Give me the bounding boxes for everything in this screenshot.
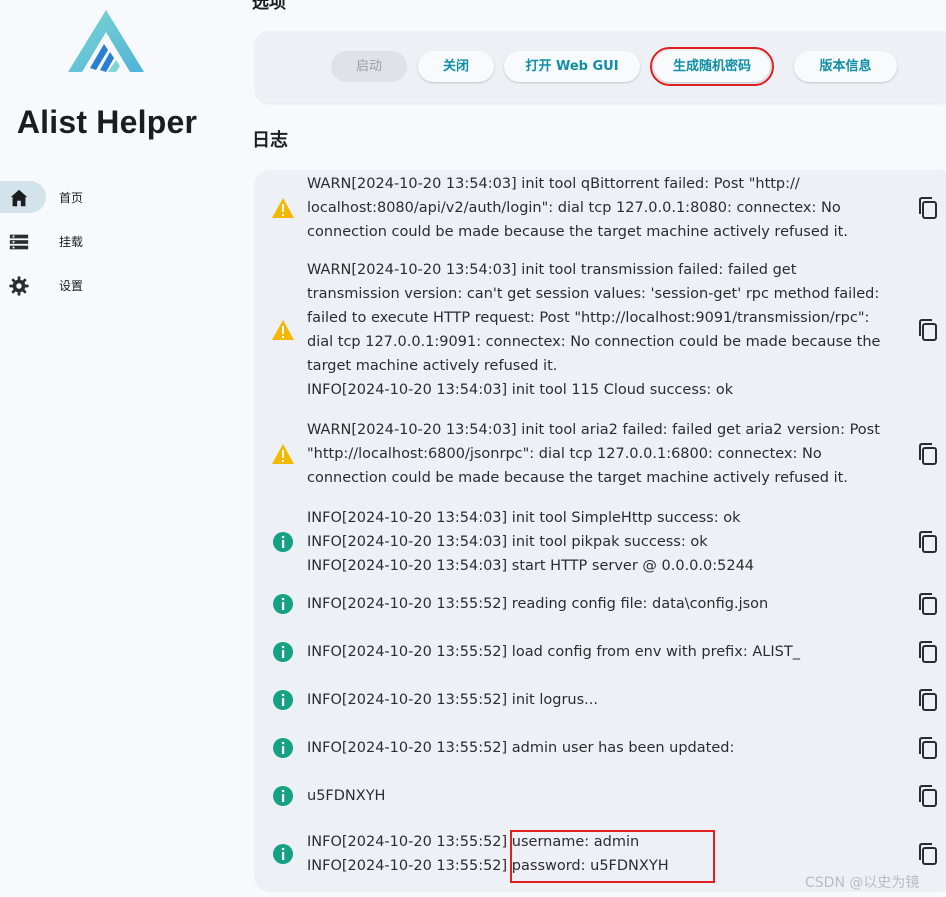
version-info-button[interactable]: 版本信息	[794, 51, 897, 82]
copy-icon[interactable]	[916, 640, 940, 664]
log-line: INFO[2024-10-20 13:54:03] init tool pikp…	[307, 534, 708, 550]
generate-random-password-button[interactable]: 生成随机密码	[650, 47, 774, 86]
log-line: localhost:8080/api/v2/auth/login": dial …	[307, 200, 841, 216]
stop-button[interactable]: 关闭	[418, 51, 494, 82]
log-line: INFO[2024-10-20 13:55:52] load config fr…	[307, 644, 800, 660]
copy-icon[interactable]	[916, 842, 940, 866]
log-section-title: 日志	[252, 130, 288, 151]
log-line: INFO[2024-10-20 13:55:52] username: admi…	[307, 834, 640, 850]
log-message: INFO[2024-10-20 13:55:52] load config fr…	[307, 640, 897, 664]
log-line: u5FDNXYH	[307, 788, 386, 804]
log-message: u5FDNXYH	[307, 784, 897, 808]
info-icon	[273, 532, 293, 552]
log-message: INFO[2024-10-20 13:55:52] reading config…	[307, 592, 897, 616]
open-web-gui-button[interactable]: 打开 Web GUI	[504, 51, 640, 82]
log-message: WARN[2024-10-20 13:54:03] init tool qBit…	[307, 172, 897, 244]
log-entry: WARN[2024-10-20 13:54:03] init tool tran…	[255, 258, 946, 402]
warning-icon	[272, 320, 294, 340]
log-line: WARN[2024-10-20 13:54:03] init tool tran…	[307, 262, 797, 278]
log-message: WARN[2024-10-20 13:54:03] init tool aria…	[307, 418, 897, 490]
log-line: "http://localhost:6800/jsonrpc": dial tc…	[307, 446, 822, 462]
options-section-title: 选项	[252, 0, 286, 13]
log-line: WARN[2024-10-20 13:54:03] init tool aria…	[307, 422, 880, 438]
log-line: failed to execute HTTP request: Post "ht…	[307, 310, 870, 326]
log-line: INFO[2024-10-20 13:54:03] start HTTP ser…	[307, 558, 755, 574]
log-line: connection could be made because the tar…	[307, 470, 848, 486]
log-entry: u5FDNXYH	[255, 784, 946, 808]
warning-icon	[272, 444, 294, 464]
log-entry: INFO[2024-10-20 13:55:52] admin user has…	[255, 736, 946, 760]
log-line: WARN[2024-10-20 13:54:03] init tool qBit…	[307, 176, 800, 192]
log-entry: INFO[2024-10-20 13:55:52] reading config…	[255, 592, 946, 616]
log-entry: INFO[2024-10-20 13:54:03] init tool Simp…	[255, 506, 946, 578]
log-message: INFO[2024-10-20 13:54:03] init tool Simp…	[307, 506, 897, 578]
log-list: WARN[2024-10-20 13:54:03] init tool qBit…	[255, 170, 946, 890]
sidebar-item-mount[interactable]: 挂载	[0, 225, 220, 259]
log-message: WARN[2024-10-20 13:54:03] init tool tran…	[307, 258, 897, 402]
info-icon	[273, 594, 293, 614]
start-button[interactable]: 启动	[331, 51, 407, 82]
sidebar-item-settings[interactable]: 设置	[0, 269, 220, 303]
log-line: INFO[2024-10-20 13:54:03] init tool Simp…	[307, 510, 741, 526]
alist-logo-icon	[68, 10, 144, 72]
home-icon	[10, 189, 28, 207]
copy-icon[interactable]	[916, 784, 940, 808]
copy-icon[interactable]	[916, 736, 940, 760]
info-icon	[273, 786, 293, 806]
list-icon	[9, 234, 29, 250]
log-entry: INFO[2024-10-20 13:55:52] username: admi…	[255, 830, 946, 878]
log-line: connection could be made because the tar…	[307, 224, 848, 240]
sidebar-item-label: 挂载	[59, 235, 84, 249]
app-title: Alist Helper	[16, 104, 198, 140]
copy-icon[interactable]	[916, 442, 940, 466]
options-card: 启动 关闭 打开 Web GUI 生成随机密码 版本信息	[255, 31, 946, 103]
log-line: dial tcp 127.0.0.1:9091: connectex: No c…	[307, 334, 881, 350]
log-line: transmission version: can't get session …	[307, 286, 880, 302]
log-line: INFO[2024-10-20 13:54:03] init tool 115 …	[307, 382, 734, 398]
sidebar: Alist Helper 首页 挂载 设置	[0, 0, 230, 897]
watermark: CSDN @以史为镜	[805, 875, 920, 891]
log-message: INFO[2024-10-20 13:55:52] init logrus...	[307, 688, 897, 712]
info-icon	[273, 690, 293, 710]
gear-icon	[9, 276, 29, 296]
info-icon	[273, 738, 293, 758]
copy-icon[interactable]	[916, 688, 940, 712]
sidebar-item-label: 首页	[59, 191, 84, 205]
sidebar-item-home[interactable]: 首页	[0, 181, 220, 215]
log-message: INFO[2024-10-20 13:55:52] username: admi…	[307, 830, 897, 878]
log-line: INFO[2024-10-20 13:55:52] reading config…	[307, 596, 769, 612]
log-line: INFO[2024-10-20 13:55:52] init logrus...	[307, 692, 598, 708]
copy-icon[interactable]	[916, 530, 940, 554]
log-line: INFO[2024-10-20 13:55:52] admin user has…	[307, 740, 735, 756]
copy-icon[interactable]	[916, 196, 940, 220]
log-entry: INFO[2024-10-20 13:55:52] init logrus...	[255, 688, 946, 712]
log-line: target machine actively refused it.	[307, 358, 558, 374]
copy-icon[interactable]	[916, 592, 940, 616]
info-icon	[273, 642, 293, 662]
warning-icon	[272, 198, 294, 218]
copy-icon[interactable]	[916, 318, 940, 342]
sidebar-item-label: 设置	[59, 279, 84, 293]
info-icon	[273, 844, 293, 864]
log-entry: WARN[2024-10-20 13:54:03] init tool aria…	[255, 418, 946, 490]
log-message: INFO[2024-10-20 13:55:52] admin user has…	[307, 736, 897, 760]
log-entry: WARN[2024-10-20 13:54:03] init tool qBit…	[255, 172, 946, 244]
log-entry: INFO[2024-10-20 13:55:52] load config fr…	[255, 640, 946, 664]
